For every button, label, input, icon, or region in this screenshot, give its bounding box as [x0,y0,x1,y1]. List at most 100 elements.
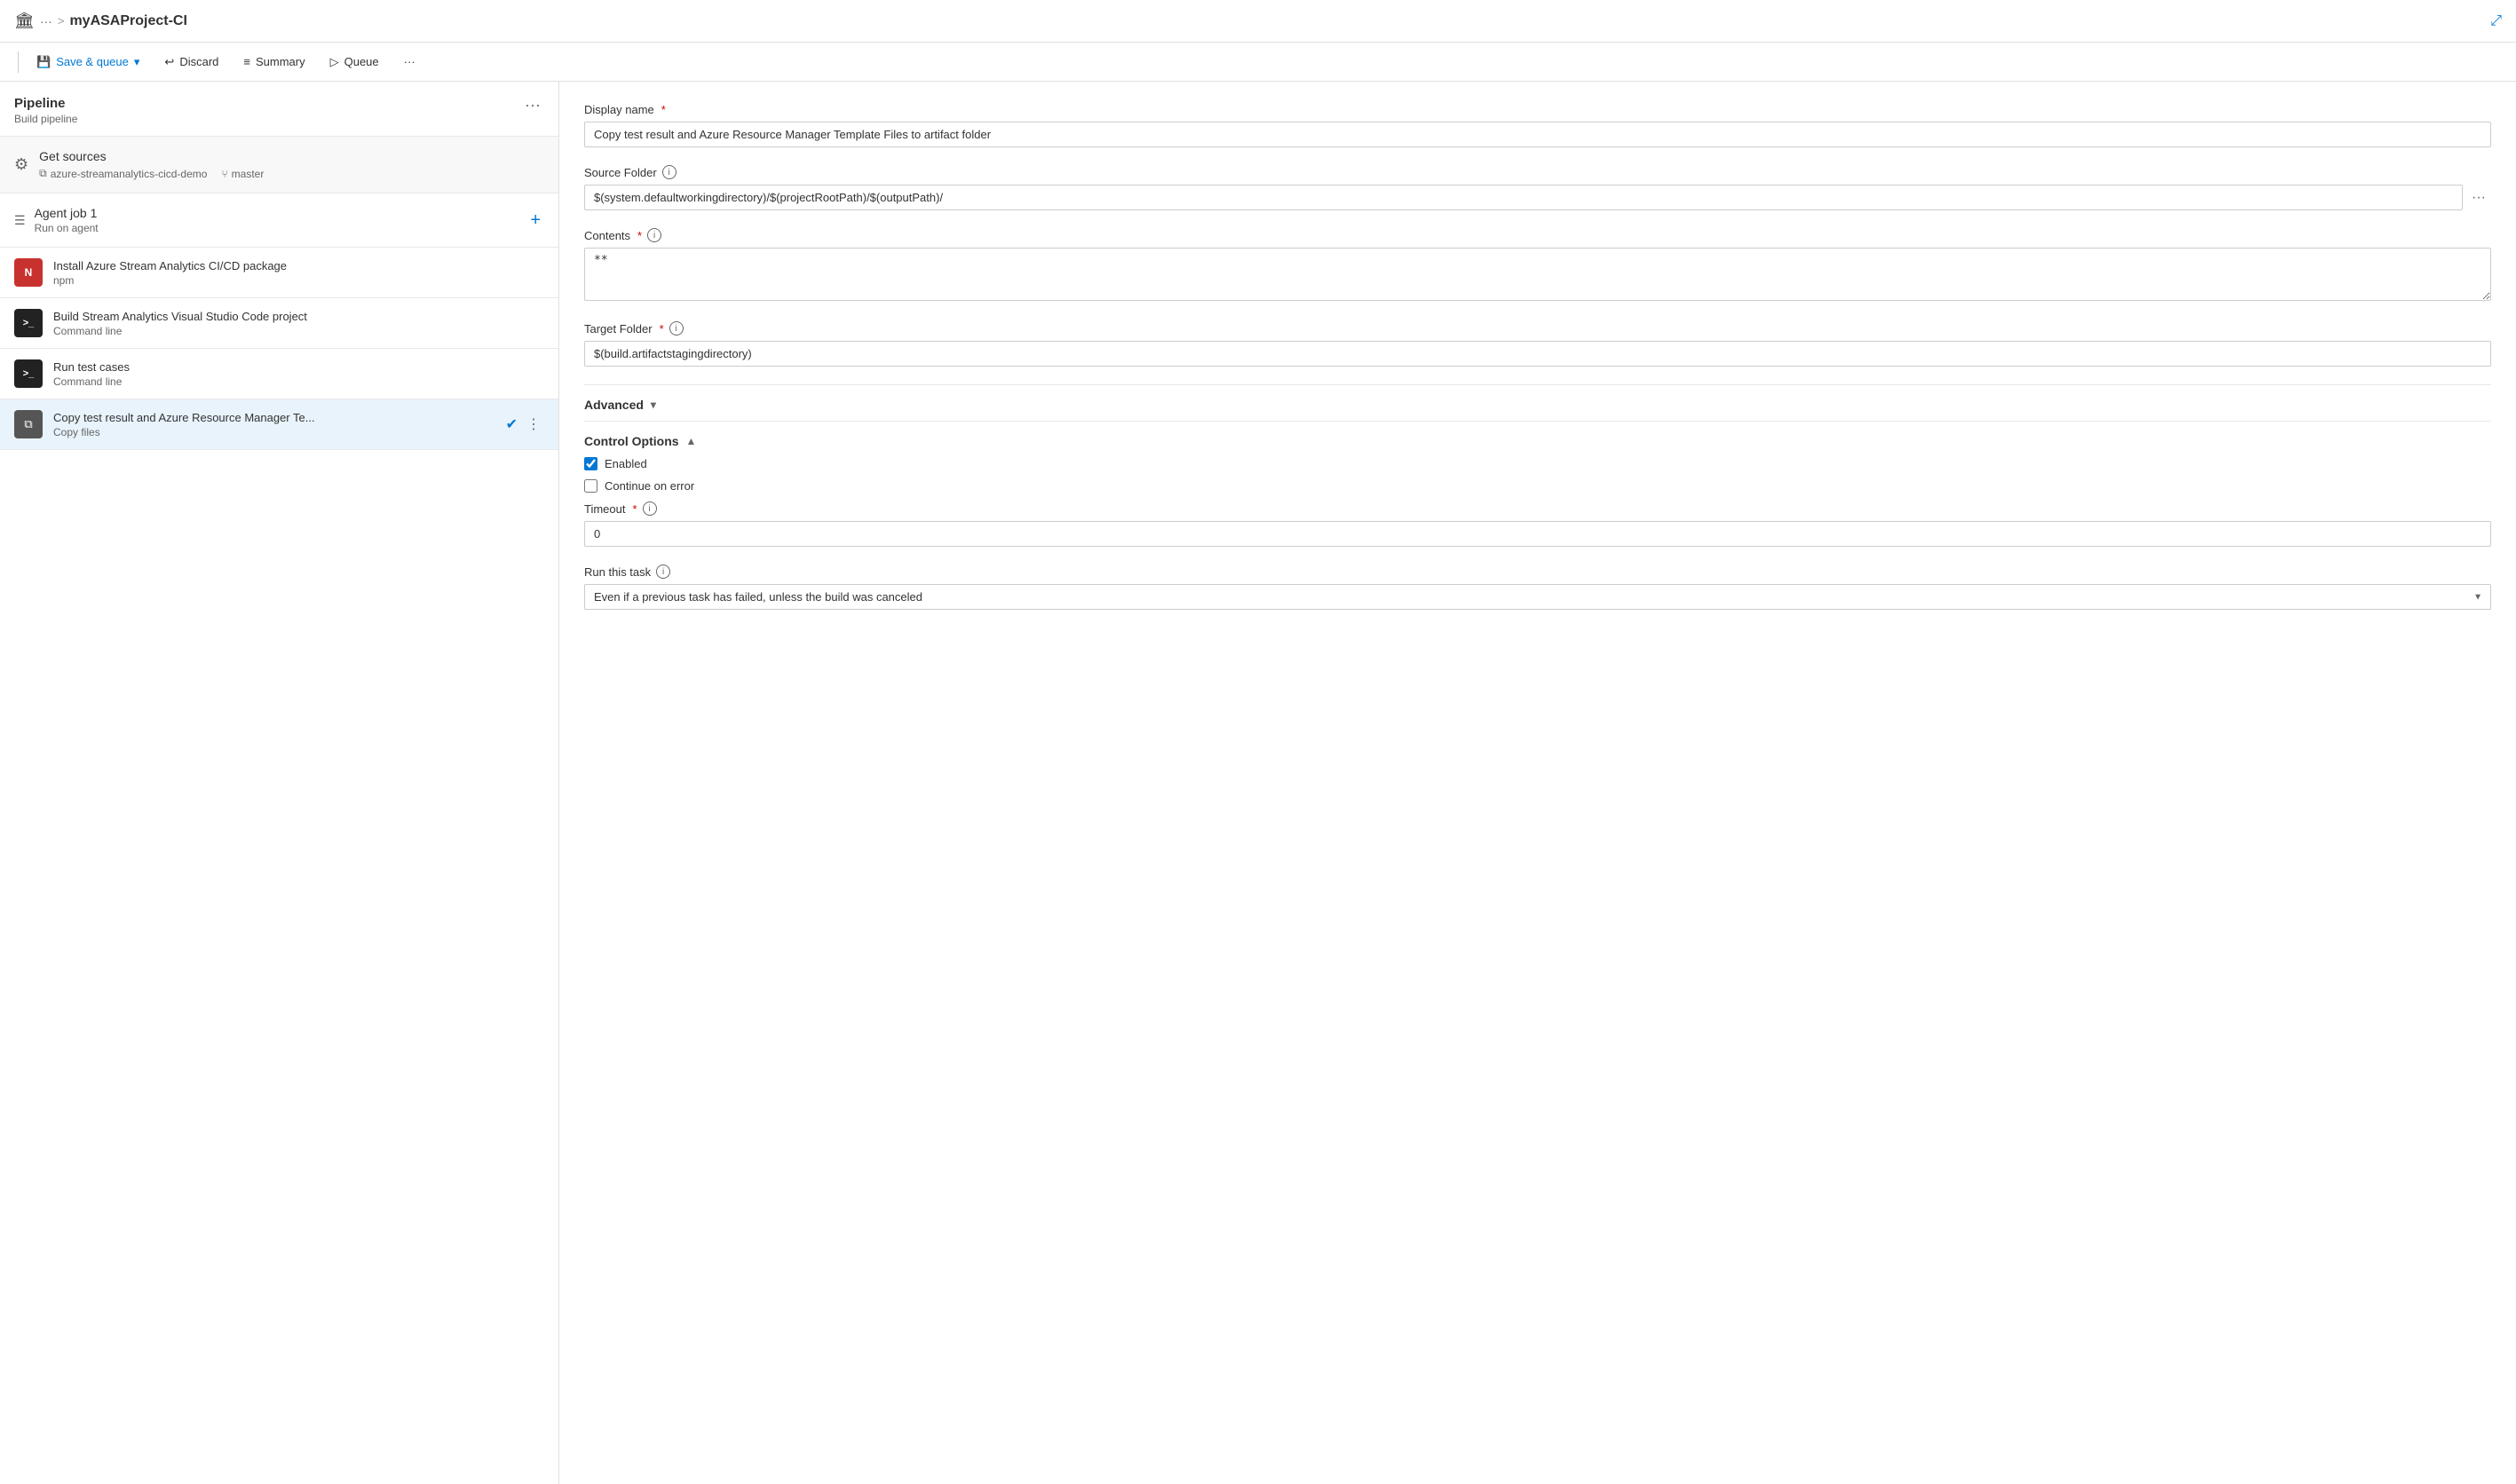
agent-job-info: Agent job 1 Run on agent [35,206,99,234]
pipeline-header: Pipeline Build pipeline ··· [0,82,558,137]
timeout-field: Timeout * i [584,501,2491,547]
enabled-checkbox[interactable] [584,457,597,470]
continue-on-error-row: Continue on error [584,479,2491,493]
task-copy[interactable]: ⧉ Copy test result and Azure Resource Ma… [0,399,558,450]
expand-icon[interactable]: ⤢ [2490,13,2502,29]
control-options-chevron-icon: ▲ [686,435,697,447]
task-build-content: Build Stream Analytics Visual Studio Cod… [53,310,544,337]
contents-label: Contents * i [584,228,2491,242]
target-folder-label: Target Folder * i [584,321,2491,335]
queue-button[interactable]: ▷ Queue [320,50,390,75]
timeout-info-icon[interactable]: i [643,501,657,516]
pipeline-more-button[interactable]: ··· [521,96,544,114]
task-build[interactable]: >_ Build Stream Analytics Visual Studio … [0,298,558,349]
timeout-input[interactable] [584,521,2491,547]
topbar-right: ⤢ [2490,13,2502,29]
get-sources-meta: ⧉ azure-streamanalytics-cicd-demo ⑂ mast… [39,167,544,180]
more-options-button[interactable]: ··· [393,50,426,74]
task-check-icon: ✔ [506,415,518,433]
summary-button[interactable]: ≡ Summary [233,50,315,74]
continue-on-error-label: Continue on error [605,479,694,493]
run-this-task-label: Run this task i [584,564,2491,579]
main-layout: Pipeline Build pipeline ··· ⚙ Get source… [0,82,2516,1484]
display-name-field: Display name * [584,103,2491,147]
enabled-row: Enabled [584,457,2491,470]
display-name-input[interactable] [584,122,2491,147]
target-folder-field: Target Folder * i [584,321,2491,367]
topbar: 🏛 ··· > myASAProject-CI ⤢ [0,0,2516,43]
discard-button[interactable]: ↩ Discard [154,50,229,75]
source-folder-field: Source Folder i ··· [584,165,2491,210]
left-panel: Pipeline Build pipeline ··· ⚙ Get source… [0,82,559,1484]
task-build-title: Build Stream Analytics Visual Studio Cod… [53,310,544,323]
task-test-subtitle: Command line [53,375,544,388]
queue-icon: ▷ [330,55,339,69]
branch-icon: ⑂ [221,168,227,180]
summary-icon: ≡ [243,55,250,68]
repo-info: ⧉ azure-streamanalytics-cicd-demo [39,167,207,180]
task-test[interactable]: >_ Run test cases Command line [0,349,558,399]
pipeline-subtitle: Build pipeline [14,113,77,125]
contents-input[interactable]: ** [584,248,2491,301]
page-title: myASAProject-CI [69,13,186,29]
task-copy-more-button[interactable]: ⋮ [523,414,544,435]
save-icon: 💾 [36,55,51,69]
target-folder-input[interactable] [584,341,2491,367]
target-folder-info-icon[interactable]: i [669,321,684,335]
branch-info: ⑂ master [221,168,264,180]
breadcrumb: 🏛 ··· > myASAProject-CI [14,12,2483,30]
add-task-button[interactable]: + [526,207,544,234]
source-folder-more-button[interactable]: ··· [2466,186,2491,209]
agent-job-item[interactable]: ☰ Agent job 1 Run on agent + [0,193,558,248]
agent-job-left: ☰ Agent job 1 Run on agent [14,206,99,234]
discard-icon: ↩ [164,55,174,69]
timeout-label: Timeout * i [584,501,2491,516]
cmd-icon-test: >_ [14,359,43,388]
pipeline-title: Pipeline [14,96,77,111]
toolbar: 💾 Save & queue ▾ ↩ Discard ≡ Summary ▷ Q… [0,43,2516,82]
get-sources-icon: ⚙ [14,155,28,174]
get-sources-item[interactable]: ⚙ Get sources ⧉ azure-streamanalytics-ci… [0,137,558,193]
task-copy-subtitle: Copy files [53,426,495,438]
pipeline-info: Pipeline Build pipeline [14,96,77,125]
run-this-task-select[interactable]: Even if a previous task has failed, unle… [584,584,2491,610]
task-install-content: Install Azure Stream Analytics CI/CD pac… [53,259,544,287]
task-copy-actions: ✔ ⋮ [506,414,544,435]
continue-on-error-checkbox[interactable] [584,479,597,493]
display-name-label: Display name * [584,103,2491,116]
control-options-section-header[interactable]: Control Options ▲ [584,421,2491,457]
source-folder-wrapper: ··· [584,185,2491,210]
copy-icon: ⧉ [14,410,43,438]
task-copy-title: Copy test result and Azure Resource Mana… [53,411,495,424]
task-copy-content: Copy test result and Azure Resource Mana… [53,411,495,438]
right-panel: Display name * Source Folder i ··· Conte… [559,82,2516,1484]
task-build-subtitle: Command line [53,325,544,337]
source-folder-input[interactable] [584,185,2463,210]
source-folder-info-icon[interactable]: i [662,165,676,179]
agent-job-subtitle: Run on agent [35,222,99,234]
task-install[interactable]: N Install Azure Stream Analytics CI/CD p… [0,248,558,298]
app-icon: 🏛 [14,12,35,30]
repo-icon: ⧉ [39,167,47,180]
advanced-chevron-icon: ▾ [651,399,656,411]
save-queue-button[interactable]: 💾 Save & queue ▾ [26,50,150,75]
get-sources-title: Get sources [39,149,544,163]
task-test-content: Run test cases Command line [53,360,544,388]
source-folder-label: Source Folder i [584,165,2491,179]
enabled-label: Enabled [605,457,647,470]
task-install-title: Install Azure Stream Analytics CI/CD pac… [53,259,544,272]
task-test-title: Run test cases [53,360,544,374]
breadcrumb-dots[interactable]: ··· [40,14,52,28]
cmd-icon-build: >_ [14,309,43,337]
breadcrumb-separator: > [58,14,65,28]
npm-icon: N [14,258,43,287]
contents-field: Contents * i ** [584,228,2491,304]
contents-info-icon[interactable]: i [647,228,661,242]
task-install-subtitle: npm [53,274,544,287]
run-this-task-info-icon[interactable]: i [656,564,670,579]
get-sources-content: Get sources ⧉ azure-streamanalytics-cicd… [39,149,544,180]
run-this-task-select-wrapper: Even if a previous task has failed, unle… [584,584,2491,610]
agent-job-icon: ☰ [14,213,26,228]
toolbar-divider [18,51,19,73]
advanced-section-header[interactable]: Advanced ▾ [584,384,2491,421]
